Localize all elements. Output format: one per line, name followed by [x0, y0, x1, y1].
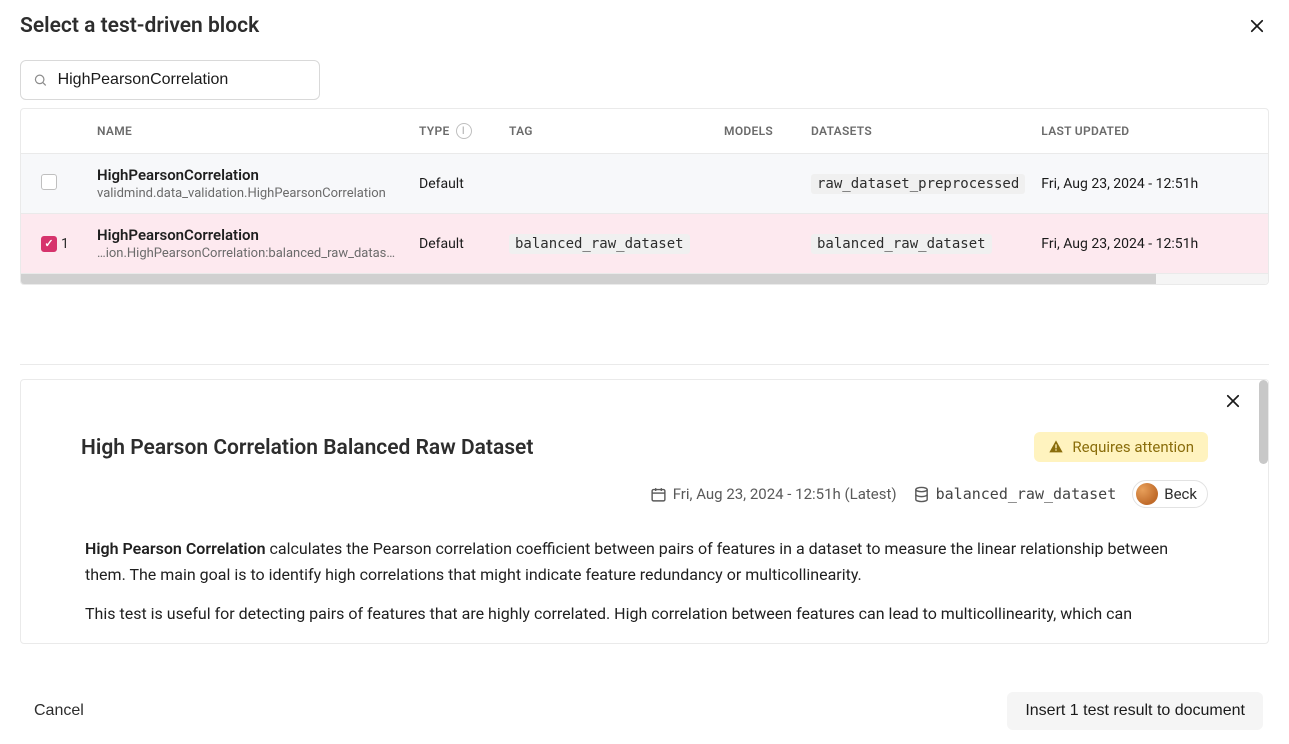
col-checkbox	[21, 109, 81, 154]
detail-title: High Pearson Correlation Balanced Raw Da…	[81, 436, 533, 460]
row-sub: …ion.HighPearsonCorrelation:balanced_raw…	[97, 246, 397, 261]
close-icon[interactable]	[1245, 14, 1269, 38]
detail-paragraph-1: High Pearson Correlation calculates the …	[85, 536, 1208, 587]
avatar	[1136, 483, 1158, 505]
col-type-label: TYPE	[419, 124, 450, 138]
table-row[interactable]: 1 HighPearsonCorrelation …ion.HighPearso…	[21, 214, 1268, 274]
dataset-meta: balanced_raw_dataset	[913, 485, 1117, 503]
row-lastupdated: Fri, Aug 23, 2024 - 12:51h	[1033, 154, 1268, 214]
detail-paragraph-2: This test is useful for detecting pairs …	[85, 601, 1208, 627]
row-number: 1	[61, 236, 69, 252]
detail-strong: High Pearson Correlation	[85, 539, 266, 558]
results-table-wrap: NAME TYPE i TAG MODELS DATASETS LAST UPD…	[0, 108, 1289, 285]
status-badge-label: Requires attention	[1072, 438, 1194, 456]
row-sub: validmind.data_validation.HighPearsonCor…	[97, 186, 397, 201]
timestamp: Fri, Aug 23, 2024 - 12:51h (Latest)	[650, 485, 897, 503]
col-lastupdated[interactable]: LAST UPDATED	[1033, 109, 1268, 154]
modal-select-block: Select a test-driven block NAME TYPE i	[0, 0, 1289, 744]
row-tag	[501, 154, 701, 214]
insert-button[interactable]: Insert 1 test result to document	[1007, 692, 1263, 730]
info-icon[interactable]: i	[456, 123, 472, 139]
col-type[interactable]: TYPE i	[411, 109, 501, 154]
scrollbar-thumb[interactable]	[21, 274, 1156, 284]
search-input[interactable]	[58, 71, 307, 89]
modal-title: Select a test-driven block	[20, 14, 259, 38]
calendar-icon	[650, 486, 667, 503]
row-type: Default	[411, 154, 501, 214]
user-chip[interactable]: Beck	[1132, 480, 1208, 508]
col-datasets[interactable]: DATASETS	[781, 109, 1033, 154]
user-name: Beck	[1164, 485, 1197, 503]
timestamp-label: Fri, Aug 23, 2024 - 12:51h (Latest)	[673, 485, 897, 503]
warning-icon	[1048, 439, 1064, 455]
row-dataset: balanced_raw_dataset	[781, 214, 1033, 274]
spacer	[20, 285, 1269, 365]
horizontal-scrollbar[interactable]	[21, 274, 1268, 284]
modal-header: Select a test-driven block	[0, 0, 1289, 46]
row-checkbox[interactable]	[41, 236, 57, 252]
row-lastupdated: Fri, Aug 23, 2024 - 12:51h	[1033, 214, 1268, 274]
modal-footer: Cancel Insert 1 test result to document	[0, 678, 1289, 744]
database-icon	[913, 486, 930, 503]
status-badge: Requires attention	[1034, 432, 1208, 462]
dataset-badge: balanced_raw_dataset	[811, 234, 992, 254]
cancel-button[interactable]: Cancel	[34, 702, 84, 720]
results-table: NAME TYPE i TAG MODELS DATASETS LAST UPD…	[21, 109, 1268, 274]
row-tag: balanced_raw_dataset	[501, 214, 701, 274]
col-tag[interactable]: TAG	[501, 109, 701, 154]
detail-header: High Pearson Correlation Balanced Raw Da…	[21, 380, 1268, 508]
table-row[interactable]: HighPearsonCorrelation validmind.data_va…	[21, 154, 1268, 214]
col-name[interactable]: NAME	[81, 109, 411, 154]
search-input-wrap[interactable]	[20, 60, 320, 100]
tag-badge: balanced_raw_dataset	[509, 234, 690, 254]
row-name: HighPearsonCorrelation	[97, 226, 403, 244]
row-checkbox[interactable]	[41, 174, 57, 190]
search-icon	[33, 72, 48, 88]
row-name: HighPearsonCorrelation	[97, 166, 403, 184]
detail-panel: High Pearson Correlation Balanced Raw Da…	[20, 379, 1269, 644]
col-models[interactable]: MODELS	[701, 109, 781, 154]
row-models	[701, 214, 781, 274]
dataset-badge: raw_dataset_preprocessed	[811, 174, 1025, 194]
row-dataset: raw_dataset_preprocessed	[781, 154, 1033, 214]
search-container	[0, 46, 1289, 108]
detail-body: High Pearson Correlation calculates the …	[21, 508, 1268, 627]
detail-meta: Fri, Aug 23, 2024 - 12:51h (Latest) bala…	[81, 462, 1228, 508]
row-type: Default	[411, 214, 501, 274]
row-models	[701, 154, 781, 214]
dataset-meta-label: balanced_raw_dataset	[936, 485, 1117, 503]
